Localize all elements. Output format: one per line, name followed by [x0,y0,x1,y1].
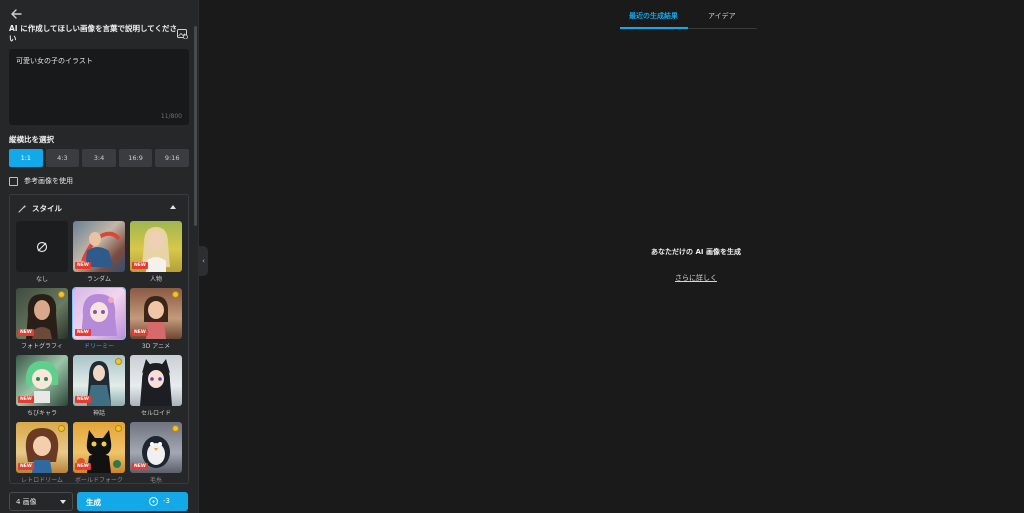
new-badge: NEW [75,262,91,269]
style-thumb: NEW [73,422,125,473]
chevron-left-icon: ‹ [202,257,205,265]
style-thumb: NEW [130,221,182,272]
style-grid: なし NEW ランダム NEW 人物 NEW フォトグラフィ NEW ドリーミー… [16,221,182,483]
reference-image-label: 参考画像を使用 [24,177,73,185]
style-thumb: NEW [130,288,182,339]
style-label: ドリーミー [83,343,114,350]
style-header[interactable]: スタイル [18,203,62,214]
credit-icon [149,497,158,506]
back-arrow-icon[interactable] [9,7,23,21]
none-icon [36,241,48,252]
style-label: 人物 [149,276,162,283]
reference-image-option[interactable]: 参考画像を使用 [9,176,73,186]
image-count-value: 4 画像 [16,497,37,506]
style-thumb: NEW [16,355,68,406]
style-thumb: NEW [16,422,68,473]
style-tile-bold-folk[interactable]: NEW ボールドフォーク [73,422,125,483]
prompt-label: AI に作成してほしい画像を言葉で説明してください [9,24,178,43]
ratio-16-9-button[interactable]: 16:9 [118,149,153,167]
style-tile-3d-anime[interactable]: NEW 3D アニメ [130,288,182,350]
app-window: AI に作成してほしい画像を言葉で説明してください 可愛い女の子のイラスト 11… [0,0,1024,513]
generate-button[interactable]: 生成 -3 [77,492,188,511]
credit-cost: -3 [163,497,170,505]
new-badge: NEW [18,396,34,403]
chevron-down-icon [60,500,66,504]
premium-coin-icon [58,291,65,298]
premium-coin-icon [115,358,122,365]
premium-coin-icon [172,425,179,432]
style-tile-mythology[interactable]: NEW 神話 [73,355,125,417]
learn-more-link[interactable]: さらに詳しく [600,273,792,283]
ratio-4-3-button[interactable]: 4:3 [45,149,80,167]
style-label: なし [35,276,48,283]
prompt-text[interactable]: 可愛い女の子のイラスト [16,56,93,66]
ratio-9-16-button[interactable]: 9:16 [155,149,189,167]
collapse-caret-icon[interactable] [170,205,176,209]
magic-wand-icon [18,204,27,213]
ratio-3-4-button[interactable]: 3:4 [82,149,116,167]
panel-collapse-handle[interactable]: ‹ [199,246,208,276]
new-badge: NEW [75,463,91,470]
style-tile-retro-dream[interactable]: NEW レトロドリーム [16,422,68,483]
aspect-ratio-label: 縦横比を選択 [9,135,54,144]
style-tile-random[interactable]: NEW ランダム [73,221,125,283]
new-badge: NEW [132,262,148,269]
panel-scrollbar[interactable] [194,26,197,226]
generator-panel: AI に作成してほしい画像を言葉で説明してください 可愛い女の子のイラスト 11… [0,0,199,513]
prompt-input[interactable]: 可愛い女の子のイラスト 11/800 [9,49,189,125]
generate-label: 生成 [86,498,101,507]
style-tile-chibi[interactable]: NEW ちびキャラ [16,355,68,417]
style-thumb: NEW [72,287,126,340]
style-thumb [16,221,68,272]
style-thumb: NEW [16,288,68,339]
style-label: ちびキャラ [26,410,57,417]
tab-ideas[interactable]: アイデア [708,11,736,21]
style-tile-celluloid[interactable]: セルロイド [130,355,182,417]
style-thumb: NEW [73,355,125,406]
style-tile-dreamy[interactable]: NEW ドリーミー [72,287,126,350]
style-label: フォトグラフィ [21,343,63,350]
new-badge: NEW [132,463,148,470]
style-tile-yarn[interactable]: NEW 毛糸 [130,422,182,483]
style-label: セルロイド [140,410,171,417]
cat-ear-girl-image [140,359,172,406]
style-label: ボールドフォーク [74,477,123,484]
style-label: 3D アニメ [141,343,171,350]
style-thumb [130,355,182,406]
new-badge: NEW [75,396,91,403]
premium-coin-icon [172,291,179,298]
style-title: スタイル [32,204,62,213]
premium-coin-icon [58,425,65,432]
active-tab-indicator [620,27,688,29]
image-upload-icon[interactable] [177,29,188,39]
new-badge: NEW [132,329,148,336]
style-label: 神話 [92,410,105,417]
new-badge: NEW [75,329,91,336]
reference-image-checkbox[interactable] [9,176,18,186]
style-thumb: NEW [130,422,182,473]
style-label: ランダム [86,276,111,283]
style-tile-photography[interactable]: NEW フォトグラフィ [16,288,68,350]
results-tabs: 最近の生成結果 アイデア [620,0,757,29]
style-thumb: NEW [73,221,125,272]
new-badge: NEW [18,463,34,470]
empty-state-title: あなただけの AI 画像を生成 [651,248,741,256]
tab-recent-results[interactable]: 最近の生成結果 [629,11,678,21]
style-label: 毛糸 [149,477,162,484]
style-section: スタイル なし NEW ランダム NEW 人物 NEW フォトグラフィ NEW … [9,194,189,484]
style-tile-person[interactable]: NEW 人物 [130,221,182,283]
new-badge: NEW [18,329,34,336]
char-count: 11/800 [160,113,182,120]
style-tile-none[interactable]: なし [16,221,68,283]
style-label: レトロドリーム [21,477,63,484]
image-count-select[interactable]: 4 画像 [9,492,73,511]
ratio-1-1-button[interactable]: 1:1 [9,149,43,167]
aspect-ratio-group: 1:1 4:3 3:4 16:9 9:16 [9,149,189,167]
premium-coin-icon [115,425,122,432]
